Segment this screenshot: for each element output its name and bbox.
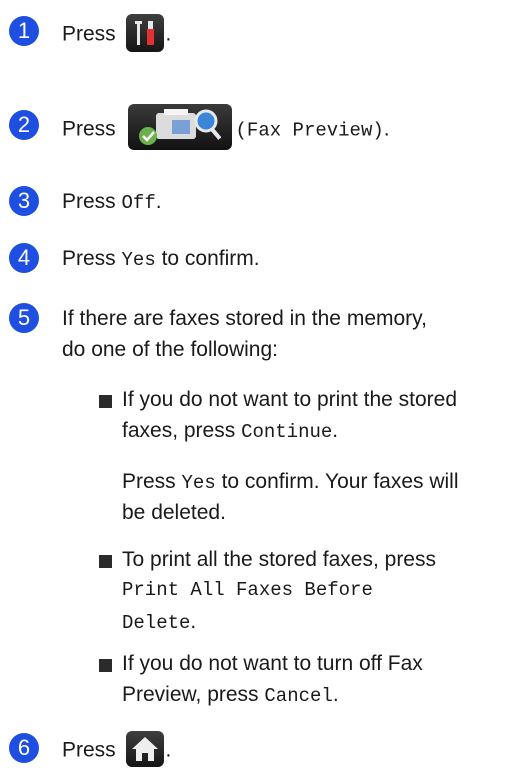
- cancel-option: Cancel: [264, 685, 333, 707]
- step-text: If there are faxes stored in the memory,: [62, 307, 427, 330]
- print-all-option: Print All Faxes Before: [122, 579, 373, 601]
- off-option: Off: [121, 192, 156, 214]
- bullet-text: If you do not want to turn off Fax: [122, 652, 423, 675]
- fax-preview-label: (Fax Preview): [235, 119, 384, 142]
- step-text: Press: [62, 22, 116, 46]
- bullet-text: To print all the stored faxes, press: [122, 548, 436, 571]
- settings-tools-icon[interactable]: [125, 14, 164, 52]
- step-number: 1: [9, 16, 39, 46]
- step-text: Press: [62, 190, 122, 213]
- print-all-option-end: Delete: [122, 612, 191, 634]
- fax-preview-icon[interactable]: [127, 104, 232, 150]
- step-text: Press: [62, 247, 122, 270]
- step-text: Press: [62, 117, 116, 141]
- step-text-line2: do one of the following:: [62, 338, 278, 361]
- bullet-square: [99, 659, 112, 672]
- step-text-end: .: [383, 117, 390, 141]
- step-number: 3: [9, 186, 39, 216]
- yes-option: Yes: [181, 472, 216, 494]
- step-number: 4: [9, 243, 39, 273]
- step-number: 6: [9, 733, 39, 763]
- bullet-square: [99, 555, 112, 568]
- home-icon[interactable]: [125, 731, 164, 767]
- yes-option: Yes: [121, 249, 156, 271]
- bullet-square: [99, 395, 112, 408]
- step-text-end: .: [165, 22, 172, 46]
- bullet-text: be deleted.: [122, 501, 226, 524]
- step-number: 2: [9, 110, 39, 140]
- step-number: 5: [9, 303, 39, 333]
- continue-option: Continue: [241, 421, 333, 443]
- step-text: Press: [62, 738, 116, 762]
- bullet-text: If you do not want to print the stored: [122, 388, 458, 411]
